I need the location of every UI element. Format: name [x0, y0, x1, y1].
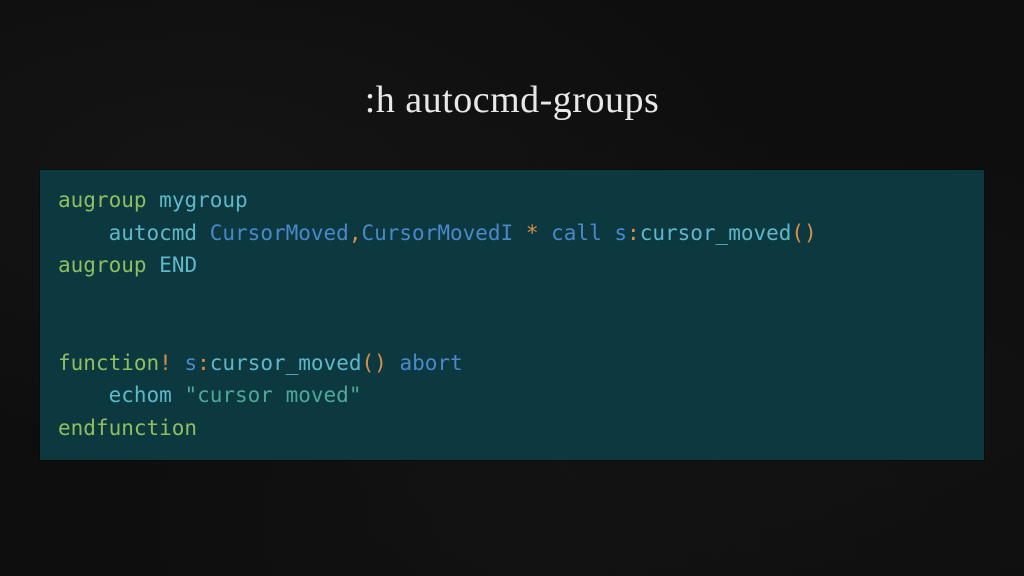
group-name: mygroup: [159, 188, 248, 212]
keyword-augroup: augroup: [58, 188, 147, 212]
code-line-2: autocmd CursorMoved,CursorMovedI * call …: [58, 221, 817, 245]
keyword-endfunction: endfunction: [58, 416, 197, 440]
keyword-augroup-end: augroup: [58, 253, 147, 277]
keyword-function: function: [58, 351, 159, 375]
colon: :: [627, 221, 640, 245]
keyword-call: call: [551, 221, 602, 245]
string-literal: "cursor moved": [184, 383, 361, 407]
keyword-abort: abort: [399, 351, 462, 375]
scope-s: s: [614, 221, 627, 245]
blank-line-2: [58, 318, 71, 342]
code-line-7: endfunction: [58, 416, 197, 440]
code-line-5: function! s:cursor_moved() abort: [58, 351, 463, 375]
code-block: augroup mygroup autocmd CursorMoved,Curs…: [40, 170, 984, 460]
end-token: END: [159, 253, 197, 277]
event-cursormoved: CursorMoved: [210, 221, 349, 245]
code-line-6: echom "cursor moved": [58, 383, 361, 407]
star-pattern: *: [513, 221, 551, 245]
indent-2: [58, 383, 109, 407]
fn-name-2: cursor_moved: [210, 351, 362, 375]
keyword-echom: echom: [109, 383, 172, 407]
slide-title: :h autocmd-groups: [0, 78, 1024, 122]
slide: :h autocmd-groups augroup mygroup autocm…: [0, 0, 1024, 576]
comma: ,: [349, 221, 362, 245]
keyword-autocmd: autocmd: [109, 221, 198, 245]
bang: !: [159, 351, 172, 375]
scope-s-2: s: [184, 351, 197, 375]
fn-name: cursor_moved: [640, 221, 792, 245]
blank-line-1: [58, 286, 71, 310]
code-line-3: augroup END: [58, 253, 197, 277]
event-cursormovedi: CursorMovedI: [361, 221, 513, 245]
colon-2: :: [197, 351, 210, 375]
parens-2: (): [362, 351, 387, 375]
code-line-1: augroup mygroup: [58, 188, 248, 212]
indent: [58, 221, 109, 245]
parens: (): [791, 221, 816, 245]
